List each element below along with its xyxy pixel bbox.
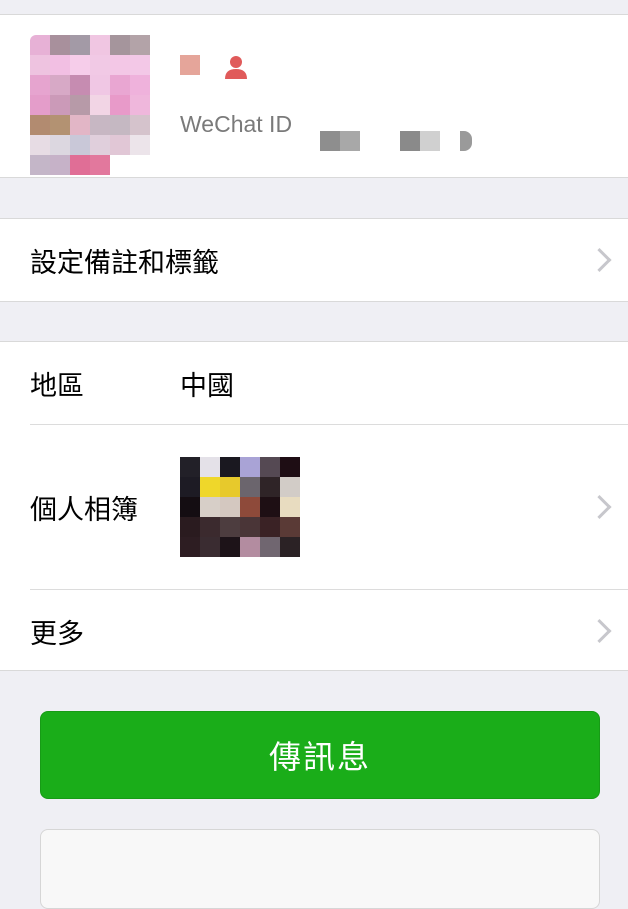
- album-thumbnail-pixel: [220, 537, 240, 557]
- avatar-pixel: [50, 35, 70, 55]
- avatar-pixel: [70, 75, 90, 95]
- album-thumbnail-pixel: [240, 517, 260, 537]
- avatar-pixel: [90, 155, 110, 175]
- nickname-pixelated: [180, 55, 200, 75]
- album-thumbnail-pixel: [200, 517, 220, 537]
- avatar-pixel: [110, 135, 130, 155]
- album-thumbnail-pixel: [260, 477, 280, 497]
- album-thumbnail-pixel: [220, 457, 240, 477]
- avatar-pixel: [50, 75, 70, 95]
- avatar-pixel: [90, 135, 110, 155]
- set-remark-tags-label: 設定備註和標籤: [30, 247, 219, 279]
- avatar-pixel: [90, 55, 110, 75]
- avatar-pixel: [30, 155, 50, 175]
- album-thumbnail-pixel: [240, 457, 260, 477]
- avatar-pixel: [70, 55, 90, 75]
- chevron-right-icon: [587, 494, 612, 520]
- profile-card: WeChat ID: [0, 14, 628, 178]
- avatar-pixel: [30, 115, 50, 135]
- chevron-right-icon: [587, 247, 612, 273]
- album-thumbnail[interactable]: [180, 457, 300, 557]
- send-message-button[interactable]: 傳訊息: [40, 711, 600, 799]
- avatar-pixel: [30, 95, 50, 115]
- avatar-pixel: [130, 75, 150, 95]
- album-thumbnail-pixel: [280, 517, 300, 537]
- details-card: 地區 中國 個人相簿 更多: [0, 341, 628, 671]
- avatar-pixel: [90, 35, 110, 55]
- album-thumbnail-pixel: [200, 497, 220, 517]
- avatar-pixel: [50, 155, 70, 175]
- secondary-button[interactable]: [40, 829, 600, 909]
- avatar-pixel: [50, 135, 70, 155]
- album-thumbnail-pixel: [200, 457, 220, 477]
- chevron-right-icon: [587, 618, 612, 644]
- album-thumbnail-pixel: [220, 497, 240, 517]
- album-thumbnail-pixel: [260, 497, 280, 517]
- album-thumbnail-pixel: [280, 497, 300, 517]
- avatar-pixel: [30, 135, 50, 155]
- avatar-pixel: [50, 95, 70, 115]
- album-thumbnail-pixel: [220, 517, 240, 537]
- album-thumbnail-pixel: [200, 477, 220, 497]
- avatar-pixel: [50, 55, 70, 75]
- wechat-id-value-pixelated: [320, 131, 480, 151]
- region-value: 中國: [180, 370, 234, 402]
- album-thumbnail-pixel: [240, 477, 260, 497]
- avatar-pixel: [70, 95, 90, 115]
- avatar-pixel: [130, 95, 150, 115]
- album-thumbnail-pixel: [280, 477, 300, 497]
- album-thumbnail-pixel: [180, 457, 200, 477]
- avatar-pixel: [130, 135, 150, 155]
- avatar-pixel: [30, 55, 50, 75]
- avatar-pixel: [130, 115, 150, 135]
- set-remark-tags-row[interactable]: 設定備註和標籤: [0, 218, 628, 302]
- personal-album-row[interactable]: 個人相簿: [0, 425, 628, 589]
- avatar-pixel: [110, 55, 130, 75]
- wechat-id-label: WeChat ID: [180, 111, 293, 137]
- album-thumbnail-pixel: [180, 537, 200, 557]
- album-thumbnail-pixel: [280, 457, 300, 477]
- avatar-pixel: [90, 75, 110, 95]
- album-thumbnail-pixel: [220, 477, 240, 497]
- avatar-pixel: [130, 155, 150, 175]
- album-thumbnail-pixel: [240, 497, 260, 517]
- more-label: 更多: [30, 618, 84, 650]
- avatar-pixel: [30, 35, 50, 55]
- region-row: 地區 中國: [0, 342, 628, 424]
- person-icon: [225, 56, 247, 79]
- album-thumbnail-pixel: [260, 517, 280, 537]
- avatar-pixel: [90, 95, 110, 115]
- album-thumbnail-pixel: [260, 537, 280, 557]
- avatar[interactable]: [30, 35, 160, 195]
- avatar-pixel: [30, 75, 50, 95]
- album-thumbnail-pixel: [180, 517, 200, 537]
- region-label: 地區: [30, 370, 84, 402]
- avatar-pixel: [130, 35, 150, 55]
- send-message-label: 傳訊息: [268, 738, 371, 776]
- album-thumbnail-pixel: [240, 537, 260, 557]
- avatar-pixel: [70, 35, 90, 55]
- avatar-pixel: [70, 135, 90, 155]
- avatar-pixel: [110, 155, 130, 175]
- album-thumbnail-pixel: [180, 497, 200, 517]
- avatar-pixel: [110, 115, 130, 135]
- avatar-pixel: [110, 75, 130, 95]
- avatar-pixel: [110, 35, 130, 55]
- more-row[interactable]: 更多: [0, 590, 628, 672]
- avatar-pixel: [50, 115, 70, 135]
- album-thumbnail-pixel: [260, 457, 280, 477]
- album-thumbnail-pixel: [200, 537, 220, 557]
- avatar-pixel: [70, 155, 90, 175]
- avatar-pixel: [130, 55, 150, 75]
- album-thumbnail-pixel: [280, 537, 300, 557]
- album-thumbnail-pixel: [180, 477, 200, 497]
- personal-album-label: 個人相簿: [30, 494, 138, 526]
- avatar-pixel: [90, 115, 110, 135]
- avatar-pixel: [110, 95, 130, 115]
- avatar-pixel: [70, 115, 90, 135]
